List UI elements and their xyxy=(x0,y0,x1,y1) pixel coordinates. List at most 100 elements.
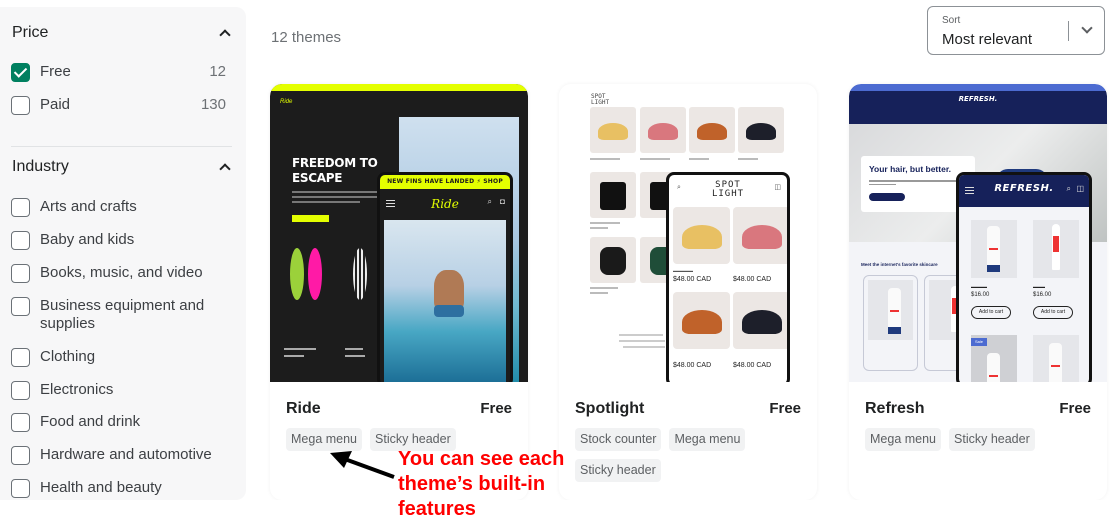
divider xyxy=(11,146,232,147)
product-card xyxy=(863,275,918,371)
product-tile xyxy=(738,107,784,153)
filter-option-paid[interactable]: Paid 130 xyxy=(11,96,226,115)
checkbox[interactable] xyxy=(11,231,30,250)
mobile-nav: REFRESH. ⌕ ◫ xyxy=(959,175,1089,207)
product-tile xyxy=(590,107,636,153)
option-count: 12 xyxy=(209,63,226,80)
filter-option-business-equipment[interactable]: Business equipment and supplies xyxy=(11,297,218,333)
sort-divider xyxy=(1068,21,1069,41)
cart-icon: ◘ xyxy=(500,197,505,206)
add-to-cart-button: Add to cart xyxy=(1033,306,1073,319)
sort-select[interactable]: Sort Most relevant xyxy=(927,6,1105,55)
filter-option-hardware-and-automotive[interactable]: Hardware and automotive xyxy=(11,446,226,465)
hero-title: Your hair, but better. xyxy=(869,164,952,174)
surfboard-pink xyxy=(308,248,322,300)
hero-body-text xyxy=(292,191,377,206)
product-caption xyxy=(345,348,363,350)
option-count: 130 xyxy=(200,96,226,113)
surfer-image xyxy=(434,270,464,310)
product-tile xyxy=(689,107,735,153)
section-title: Meet the internet's favorite skincare xyxy=(861,262,938,267)
filter-option-free[interactable]: Free 12 xyxy=(11,63,226,82)
checkbox[interactable] xyxy=(11,446,30,465)
filter-option-electronics[interactable]: Electronics xyxy=(11,381,226,400)
chevron-up-icon[interactable] xyxy=(218,27,230,39)
theme-price: Free xyxy=(480,400,512,417)
mobile-logo: SPOT LIGHT xyxy=(669,181,787,199)
hero-button xyxy=(292,215,329,222)
product-tile xyxy=(1033,335,1079,382)
filter-option-health-and-beauty[interactable]: Health and beauty xyxy=(11,479,226,498)
announcement-bar xyxy=(270,84,528,91)
product-tile xyxy=(733,292,787,349)
filter-option-food-and-drink[interactable]: Food and drink xyxy=(11,413,226,432)
checkbox-paid[interactable] xyxy=(11,96,30,115)
option-label: Free xyxy=(40,63,71,80)
option-label: Business equipment and supplies xyxy=(40,297,205,332)
industry-section-header[interactable]: Industry xyxy=(12,155,230,179)
chevron-up-icon[interactable] xyxy=(218,161,230,173)
theme-card-spotlight[interactable]: SPOT LIGHT ⌕ SPOT LIGHT ◫ ▬▬▬▬▬ $48.00 CAD… xyxy=(559,84,817,500)
theme-name[interactable]: Refresh xyxy=(865,400,925,418)
spotlight-logo-small: SPOT LIGHT xyxy=(591,94,609,106)
theme-preview-ride[interactable]: Ride FREEDOM TO ESCAPE NEW FINS HAVE LAN… xyxy=(270,84,528,382)
surfboard-pattern xyxy=(353,248,367,300)
checkbox[interactable] xyxy=(11,413,30,432)
option-label: Hardware and automotive xyxy=(40,446,212,463)
option-label: Food and drink xyxy=(40,413,141,430)
feature-chip: Mega menu xyxy=(286,428,363,451)
chevron-down-icon[interactable] xyxy=(1081,24,1093,36)
theme-price: Free xyxy=(1059,400,1091,417)
checkbox[interactable] xyxy=(11,479,30,498)
industry-section-title: Industry xyxy=(12,158,69,175)
product-price: $48.00 CAD xyxy=(673,362,712,369)
filter-sidebar: Price Free 12 Paid 130 Industry Arts and… xyxy=(0,7,246,500)
hero-headline-line2: ESCAPE xyxy=(292,171,343,185)
theme-name[interactable]: Spotlight xyxy=(575,400,644,418)
option-label: Baby and kids xyxy=(40,231,135,248)
option-label: Electronics xyxy=(40,381,114,398)
checkbox[interactable] xyxy=(11,198,30,217)
product-price: $16.00 xyxy=(971,292,990,298)
product-tile xyxy=(590,237,636,283)
feature-chips: Stock counter Mega menu Sticky header xyxy=(575,428,801,482)
theme-preview-spotlight[interactable]: SPOT LIGHT ⌕ SPOT LIGHT ◫ ▬▬▬▬▬ $48.00 CAD… xyxy=(559,84,817,382)
mobile-preview: ⌕ SPOT LIGHT ◫ ▬▬▬▬▬ $48.00 CAD $48.00 CA… xyxy=(666,172,790,382)
filter-option-baby-and-kids[interactable]: Baby and kids xyxy=(11,231,226,250)
theme-card-ride[interactable]: Ride FREEDOM TO ESCAPE NEW FINS HAVE LAN… xyxy=(270,84,528,500)
theme-card-refresh[interactable]: REFRESH. Your hair, but better. Meet the… xyxy=(849,84,1107,500)
product-caption xyxy=(345,355,365,357)
checkbox[interactable] xyxy=(11,264,30,283)
feature-chip: Mega menu xyxy=(865,428,942,451)
sort-value: Most relevant xyxy=(942,31,1033,48)
theme-preview-refresh[interactable]: REFRESH. Your hair, but better. Meet the… xyxy=(849,84,1107,382)
filter-option-books-music-video[interactable]: Books, music, and video xyxy=(11,264,226,283)
product-tile xyxy=(1033,220,1079,278)
product-name: ▬▬▬▬▬ xyxy=(673,268,693,273)
checkbox[interactable] xyxy=(11,297,30,316)
product-price: $48.00 CAD xyxy=(673,276,712,283)
checkbox[interactable] xyxy=(11,348,30,367)
search-icon: ⌕ xyxy=(487,197,492,206)
surfer-shorts xyxy=(434,305,464,317)
theme-name[interactable]: Ride xyxy=(286,400,321,418)
filter-option-arts-and-crafts[interactable]: Arts and crafts xyxy=(11,198,226,217)
annotation-text: You can see each theme’s built-in featur… xyxy=(398,448,565,520)
product-tile xyxy=(971,220,1017,278)
product-price: $16.00 xyxy=(1033,292,1052,298)
product-caption xyxy=(284,348,316,350)
hero-headline: FREEDOM TO ESCAPE xyxy=(292,156,378,186)
hero-button xyxy=(869,193,905,201)
price-section-header[interactable]: Price xyxy=(12,21,230,45)
mobile-preview: REFRESH. ⌕ ◫ ▬▬▬▬ ▬▬▬ $16.00 $16.00 Add … xyxy=(956,172,1092,382)
product-tile xyxy=(733,207,787,264)
checkbox[interactable] xyxy=(11,381,30,400)
mobile-preview: NEW FINS HAVE LANDED ⚡ SHOP NOW → Ride ⌕… xyxy=(377,172,513,382)
feature-chip: Mega menu xyxy=(669,428,746,451)
product-price: $48.00 CAD xyxy=(733,276,772,283)
checkbox-free[interactable] xyxy=(11,63,30,82)
product-price: $48.00 CAD xyxy=(733,362,772,369)
filter-option-clothing[interactable]: Clothing xyxy=(11,348,226,367)
sale-badge: Sale xyxy=(971,338,987,346)
annotation-arrow-icon xyxy=(330,451,395,479)
